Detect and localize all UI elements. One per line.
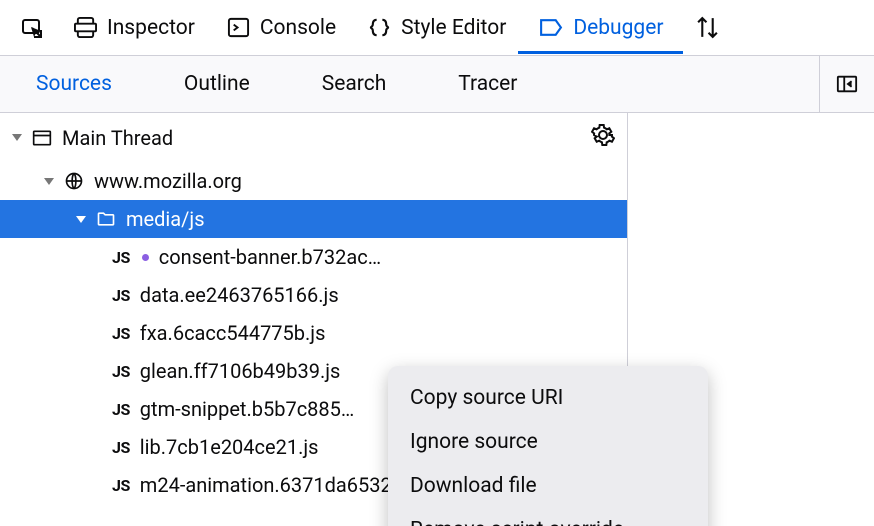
folder-icon bbox=[96, 209, 116, 229]
modified-dot-icon bbox=[142, 254, 149, 261]
subtab-outline[interactable]: Outline bbox=[148, 56, 286, 112]
tool-style-editor[interactable]: Style Editor bbox=[354, 10, 520, 46]
tool-debugger[interactable]: Debugger bbox=[524, 9, 677, 46]
subtab-tracer[interactable]: Tracer bbox=[422, 56, 553, 112]
ctx-remove-script-override[interactable]: Remove script override bbox=[388, 508, 708, 526]
devtools-toolbar: Inspector Console Style Editor Debugger bbox=[0, 0, 874, 56]
console-icon bbox=[227, 16, 250, 39]
style-editor-icon bbox=[368, 16, 391, 39]
thread-header[interactable]: Main Thread bbox=[0, 113, 627, 162]
chevron-down-icon bbox=[76, 216, 86, 223]
ctx-ignore-source[interactable]: Ignore source bbox=[388, 420, 708, 464]
chevron-down-icon bbox=[12, 134, 22, 141]
element-picker-icon bbox=[20, 16, 44, 40]
network-icon bbox=[695, 15, 720, 40]
context-menu: Copy source URI Ignore source Download f… bbox=[388, 366, 708, 526]
sidebar-toggle-icon bbox=[836, 73, 858, 95]
tool-network[interactable] bbox=[681, 9, 734, 46]
tree-folder-row[interactable]: media/js bbox=[0, 200, 627, 238]
js-icon: JS bbox=[112, 248, 130, 267]
subtab-search[interactable]: Search bbox=[286, 56, 423, 112]
tree-domain-row[interactable]: www.mozilla.org bbox=[0, 162, 627, 200]
debugger-icon bbox=[538, 15, 563, 40]
file-label: consent-banner.b732ac… bbox=[159, 245, 381, 269]
ctx-download-file[interactable]: Download file bbox=[388, 464, 708, 508]
js-icon: JS bbox=[112, 438, 130, 457]
js-icon: JS bbox=[112, 476, 130, 495]
devtools-root: Inspector Console Style Editor Debugger bbox=[0, 0, 874, 526]
globe-icon bbox=[64, 171, 84, 191]
js-icon: JS bbox=[112, 324, 130, 343]
gear-icon bbox=[591, 123, 615, 147]
tree-file-row[interactable]: JS fxa.6cacc544775b.js bbox=[0, 314, 627, 352]
file-label: lib.7cb1e204ce21.js bbox=[140, 435, 319, 459]
file-label: gtm-snippet.b5b7c885… bbox=[140, 397, 354, 421]
thread-label: Main Thread bbox=[62, 126, 173, 150]
file-label: fxa.6cacc544775b.js bbox=[140, 321, 326, 345]
inspector-icon bbox=[74, 16, 97, 39]
element-picker-button[interactable] bbox=[8, 10, 56, 46]
window-icon bbox=[32, 128, 52, 148]
file-label: data.ee2463765166.js bbox=[140, 283, 339, 307]
ctx-copy-source-uri[interactable]: Copy source URI bbox=[388, 376, 708, 420]
tool-label: Inspector bbox=[107, 16, 195, 40]
debugger-subtabs: Sources Outline Search Tracer bbox=[0, 56, 874, 113]
tree-file-row[interactable]: JS data.ee2463765166.js bbox=[0, 276, 627, 314]
spacer bbox=[553, 56, 819, 112]
file-label: glean.ff7106b49b39.js bbox=[140, 359, 341, 383]
tree-file-row[interactable]: JS consent-banner.b732ac… bbox=[0, 238, 627, 276]
domain-label: www.mozilla.org bbox=[94, 169, 242, 193]
tool-inspector[interactable]: Inspector bbox=[60, 10, 209, 46]
tool-console[interactable]: Console bbox=[213, 10, 350, 46]
js-icon: JS bbox=[112, 400, 130, 419]
subtab-sources[interactable]: Sources bbox=[0, 56, 148, 112]
folder-label: media/js bbox=[126, 207, 205, 231]
debugger-panes: Main Thread www.mozilla.org bbox=[0, 113, 874, 526]
settings-button[interactable] bbox=[591, 123, 615, 152]
tool-label: Style Editor bbox=[401, 16, 506, 40]
sources-panel: Main Thread www.mozilla.org bbox=[0, 113, 628, 526]
tool-label: Debugger bbox=[573, 16, 663, 40]
subtab-list: Sources Outline Search Tracer bbox=[0, 56, 553, 112]
tool-label: Console bbox=[260, 16, 336, 40]
chevron-down-icon bbox=[44, 178, 54, 185]
js-icon: JS bbox=[112, 286, 130, 305]
toggle-sidebar-button[interactable] bbox=[819, 56, 874, 112]
js-icon: JS bbox=[112, 362, 130, 381]
